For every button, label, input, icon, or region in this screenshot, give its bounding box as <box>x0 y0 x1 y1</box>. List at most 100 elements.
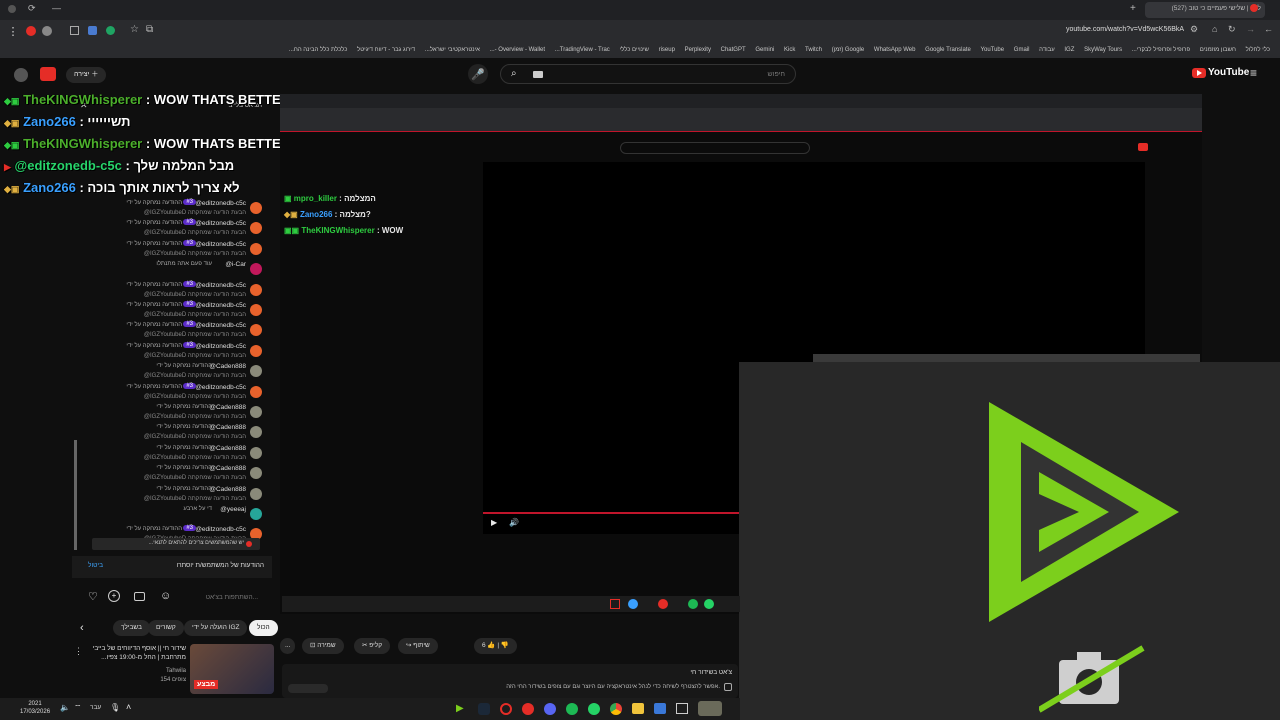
avatar[interactable] <box>250 344 262 357</box>
reload-icon[interactable]: ↻ <box>1228 24 1236 35</box>
extension-icon-3[interactable] <box>88 26 97 35</box>
chat-author[interactable]: @Caden888 <box>209 486 246 493</box>
save-button[interactable]: ⊡ שמירה <box>302 638 344 654</box>
app-player-icon[interactable]: ▶ <box>456 703 466 714</box>
emoji-icon[interactable]: ☺ <box>160 590 171 602</box>
keyboard-icon[interactable] <box>533 71 543 78</box>
window-menu-icon[interactable] <box>8 5 16 13</box>
restore-icon[interactable]: ⟳ <box>28 3 36 14</box>
chip-uploader[interactable]: הועלה על ידי IGZ <box>184 620 248 636</box>
chat-input[interactable] <box>172 590 258 604</box>
clip-button[interactable]: ✂ קליפ <box>354 638 391 654</box>
description-chip[interactable] <box>288 684 328 693</box>
chat-message[interactable]: @editzonedb-c5c#3ההודעה נמחקה על ידי @IGZ… <box>72 300 272 322</box>
file-explorer-icon[interactable] <box>632 703 644 714</box>
chat-author[interactable]: @editzonedb-c5c <box>195 343 246 350</box>
chat-author[interactable]: @editzonedb-c5c <box>195 322 246 329</box>
app-icon-blue[interactable] <box>654 703 666 714</box>
clock[interactable]: 2021 17/03/2026 <box>20 700 50 716</box>
app-icon-red[interactable] <box>500 703 512 715</box>
chat-author[interactable]: @editzonedb-c5c <box>195 200 246 207</box>
chat-message[interactable]: @Caden888 ההודעה נמחקה על ידי @IGZYoutubeD… <box>72 402 272 424</box>
bookmark-item[interactable]: חשבון מוזמנים <box>1200 42 1236 58</box>
volume-icon[interactable]: 🔊 <box>509 518 519 527</box>
chrome-icon[interactable] <box>610 703 622 715</box>
like-button[interactable]: 6 👍 | 👎 <box>474 638 517 654</box>
more-button[interactable]: ... <box>280 638 296 654</box>
chat-message[interactable]: @Caden888 ההודעה נמחקה על ידי @IGZYoutubeD… <box>72 361 272 383</box>
avatar[interactable] <box>250 365 262 378</box>
steam-icon[interactable] <box>478 703 490 715</box>
bookmark-item[interactable]: Google Translate <box>925 42 971 58</box>
extension-icon-4[interactable] <box>106 26 115 35</box>
mic-icon[interactable]: 🎙 <box>110 703 120 712</box>
home-icon[interactable]: ⌂ <box>1212 24 1217 34</box>
avatar[interactable] <box>250 283 262 296</box>
avatar[interactable] <box>250 446 262 459</box>
notifications-icon[interactable] <box>40 67 56 81</box>
avatar[interactable] <box>14 68 28 82</box>
avatar[interactable] <box>250 242 262 255</box>
forward-icon[interactable]: → <box>1246 24 1255 34</box>
app-icon-thumbnail[interactable] <box>698 701 722 716</box>
chip-for-you[interactable]: בשבילך <box>113 620 150 636</box>
avatar[interactable] <box>250 467 262 480</box>
site-settings-icon[interactable]: ⚙ <box>1190 24 1198 35</box>
avatar[interactable] <box>250 304 262 316</box>
undo-link[interactable]: ביטול <box>88 562 103 569</box>
youtube-logo[interactable]: YouTube <box>1192 67 1249 78</box>
chip-all[interactable]: הכול <box>249 620 278 636</box>
bookmark-item[interactable]: riseup <box>659 42 675 58</box>
extension-icon[interactable] <box>26 26 36 36</box>
bookmark-item[interactable]: TradingView - Trac... <box>555 42 610 58</box>
play-icon[interactable]: ▶ <box>491 518 497 527</box>
extension-icon-2[interactable] <box>42 26 52 36</box>
bookmark-item[interactable]: דירוג גבר - דיווח דיגיטל <box>357 42 415 58</box>
tab-active[interactable]: לייב | שלישי פעמיים כי טוב (527) <box>1145 2 1265 18</box>
video-title[interactable]: שידור חי || אוסף הדיווחים של בייבי מתרחב… <box>82 644 186 662</box>
video-thumbnail[interactable]: מבצע <box>190 644 274 694</box>
chat-author[interactable]: @Caden888 <box>209 363 246 370</box>
avatar[interactable] <box>250 487 262 500</box>
chat-author[interactable]: @editzonedb-c5c <box>195 526 246 533</box>
chat-author[interactable]: @editzonedb-c5c <box>195 384 246 391</box>
chat-author[interactable]: @editzonedb-c5c <box>195 220 246 227</box>
discord-icon[interactable] <box>544 703 556 715</box>
bookmark-item[interactable]: WhatsApp Web <box>874 42 916 58</box>
chat-message[interactable]: @editzonedb-c5c#3ההודעה נמחקה על ידי @IGZ… <box>72 218 272 240</box>
bookmark-item[interactable]: Perplexity <box>685 42 711 58</box>
chat-message[interactable]: @Caden888 ההודעה נמחקה על ידי @IGZYoutubeD… <box>72 463 272 485</box>
chat-scrollbar[interactable] <box>74 440 77 550</box>
whatsapp-icon[interactable] <box>588 703 600 715</box>
chat-author[interactable]: @Caden888 <box>209 465 246 472</box>
bookmark-item[interactable]: Gemini <box>755 42 774 58</box>
channel-name[interactable]: Tahwila <box>122 668 186 674</box>
back-icon[interactable]: ← <box>1264 24 1273 34</box>
bookmark-item[interactable]: שינויים כללי <box>619 42 648 58</box>
chat-author[interactable]: @editzonedb-c5c <box>195 241 246 248</box>
menu-icon[interactable]: ⋮ <box>6 24 20 38</box>
bookmark-item[interactable]: Twitch <box>805 42 822 58</box>
recommended-video[interactable]: מבצע שידור חי || אוסף הדיווחים של בייבי … <box>74 642 276 698</box>
chat-author[interactable]: @Caden888 <box>209 424 246 431</box>
share-button[interactable]: ↪ שיתוף <box>398 638 438 654</box>
chat-author[interactable]: @i-Car <box>225 261 246 268</box>
language-indicator[interactable]: עבר <box>90 704 101 711</box>
bookmark-item[interactable]: Kick <box>784 42 795 58</box>
voice-search-icon[interactable]: 🎤 <box>468 64 488 84</box>
sticker-icon[interactable] <box>134 592 145 601</box>
bookmark-item[interactable]: YouTube <box>981 42 1005 58</box>
chat-message[interactable]: @editzonedb-c5c#3ההודעה נמחקה על ידי @IGZ… <box>72 198 272 220</box>
bookmark-item[interactable]: אינטראקטיבי ישראל... <box>425 42 480 58</box>
new-tab-icon[interactable]: + <box>1130 3 1136 14</box>
url-text[interactable]: youtube.com/watch?v=Vd5wcK56BkA <box>1066 26 1184 33</box>
bookmark-item[interactable]: Overview - Wallet -... <box>490 42 545 58</box>
app-icon-red-2[interactable] <box>522 703 534 715</box>
avatar[interactable] <box>250 324 262 337</box>
star-icon[interactable]: ☆ <box>130 24 139 35</box>
tray-chevron-icon[interactable]: ˄ <box>126 702 131 712</box>
avatar[interactable] <box>250 426 262 439</box>
chip-related[interactable]: קשורים <box>148 620 184 636</box>
minimize-icon[interactable]: — <box>52 3 61 13</box>
avatar[interactable] <box>250 406 262 418</box>
